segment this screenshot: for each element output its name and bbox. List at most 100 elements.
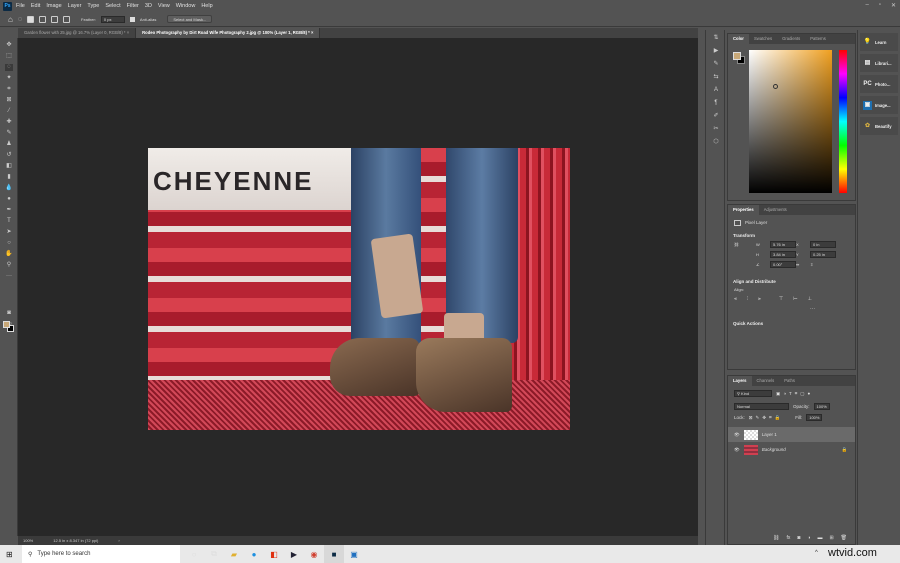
photo-button[interactable]: PC Photo... bbox=[860, 75, 898, 93]
brush-tool-icon[interactable]: ✎ bbox=[5, 130, 13, 137]
hand-tool-icon[interactable]: ✋ bbox=[5, 251, 13, 258]
layer-row[interactable]: 👁 Layer 1 bbox=[728, 427, 855, 442]
add-selection-icon[interactable] bbox=[39, 15, 47, 23]
history-icon[interactable]: ⇅ bbox=[712, 35, 720, 42]
minimize-icon[interactable]: – bbox=[865, 2, 868, 9]
tab-channels[interactable]: Channels bbox=[752, 376, 780, 386]
flip-h-icon[interactable]: ⇹ bbox=[796, 262, 810, 267]
menu-edit[interactable]: Edit bbox=[31, 3, 40, 9]
move-tool-icon[interactable]: ✥ bbox=[5, 42, 13, 49]
adjustment-layer-icon[interactable]: ◑ bbox=[807, 535, 810, 541]
tab-gradients[interactable]: Gradients bbox=[777, 34, 805, 44]
tab-patterns[interactable]: Patterns bbox=[805, 34, 831, 44]
frame-tool-icon[interactable]: ⊠ bbox=[5, 97, 13, 104]
office-icon[interactable]: ◧ bbox=[264, 545, 284, 563]
new-layer-icon[interactable]: ⊞ bbox=[829, 535, 833, 541]
adjust-icon[interactable]: ⇆ bbox=[712, 74, 720, 81]
menu-window[interactable]: Window bbox=[176, 3, 196, 9]
angle-input[interactable]: 0.00° bbox=[770, 261, 796, 268]
magic-wand-icon[interactable]: ✦ bbox=[5, 75, 13, 82]
home-icon[interactable]: ⌂ bbox=[8, 15, 13, 24]
tray-chevron-icon[interactable]: ^ bbox=[815, 550, 818, 556]
tab-adjustments[interactable]: Adjustments bbox=[759, 205, 792, 215]
color-picker-circle[interactable] bbox=[773, 84, 778, 89]
subtract-selection-icon[interactable] bbox=[51, 15, 59, 23]
tab-layers[interactable]: Layers bbox=[728, 376, 752, 386]
image-button[interactable]: ▣ Image... bbox=[860, 96, 898, 114]
more-align-icon[interactable]: ··· bbox=[728, 306, 855, 312]
photoshop-taskbar-icon[interactable]: ■ bbox=[324, 545, 344, 563]
character-icon[interactable]: A bbox=[712, 87, 720, 94]
mask-icon[interactable]: ◙ bbox=[797, 535, 800, 541]
trash-icon[interactable]: 🗑 bbox=[841, 535, 847, 541]
intersect-selection-icon[interactable] bbox=[63, 15, 71, 23]
hue-slider[interactable] bbox=[839, 50, 847, 193]
link-layers-icon[interactable]: ⛓ bbox=[773, 535, 779, 541]
height-input[interactable]: 3.84 in bbox=[770, 251, 796, 258]
shape-tool-icon[interactable]: ○ bbox=[5, 240, 13, 247]
tab-swatches[interactable]: Swatches bbox=[749, 34, 777, 44]
menu-help[interactable]: Help bbox=[201, 3, 212, 9]
new-selection-icon[interactable] bbox=[27, 15, 35, 23]
feather-input[interactable]: 0 px bbox=[100, 15, 125, 23]
brushes-icon[interactable]: ✎ bbox=[712, 61, 720, 68]
menu-view[interactable]: View bbox=[158, 3, 170, 9]
status-arrow-icon[interactable]: › bbox=[118, 536, 119, 545]
group-icon[interactable]: ▬ bbox=[817, 535, 822, 541]
libraries-button[interactable]: ▤ Librari... bbox=[860, 54, 898, 72]
learn-button[interactable]: 💡 Learn bbox=[860, 33, 898, 51]
filter-icons[interactable]: ▣◑T⌗▢● bbox=[776, 391, 813, 397]
dodge-icon[interactable]: ● bbox=[5, 196, 13, 203]
path-select-icon[interactable]: ➤ bbox=[5, 229, 13, 236]
lasso-tool-icon[interactable]: ◌ bbox=[5, 64, 13, 71]
transform-heading[interactable]: Transform bbox=[728, 230, 855, 241]
eye-icon[interactable]: 👁 bbox=[734, 447, 740, 453]
lasso-icon[interactable]: ◌ bbox=[18, 16, 22, 23]
3d-icon[interactable]: ⬡ bbox=[712, 139, 720, 146]
rodeo-photo[interactable]: CHEYENNE bbox=[148, 148, 570, 430]
align-left-icon[interactable]: ⫷ bbox=[734, 296, 737, 302]
color-field[interactable] bbox=[749, 50, 832, 193]
fg-swatch[interactable] bbox=[733, 52, 741, 60]
blur-icon[interactable]: 💧 bbox=[5, 185, 13, 192]
layer-row[interactable]: 👁 Background 🔒 bbox=[728, 442, 855, 457]
fx-icon[interactable]: fx bbox=[786, 535, 790, 541]
edge-icon[interactable]: ● bbox=[244, 545, 264, 563]
width-input[interactable]: 5.76 in bbox=[770, 241, 796, 248]
align-bottom-icon[interactable]: ⊥ bbox=[808, 296, 812, 302]
tab-garden-flower[interactable]: Garden flower with 25.jpg @ 16.7% (Layer… bbox=[18, 28, 137, 38]
menu-3d[interactable]: 3D bbox=[145, 3, 152, 9]
marquee-tool-icon[interactable]: ⬚ bbox=[5, 53, 13, 60]
zoom-tool-icon[interactable]: ⚲ bbox=[5, 262, 13, 269]
foreground-color-swatch[interactable] bbox=[3, 321, 10, 328]
chrome-icon[interactable]: ◉ bbox=[304, 545, 324, 563]
align-top-icon[interactable]: ⊤ bbox=[779, 296, 783, 302]
photos-icon[interactable]: ▣ bbox=[344, 545, 364, 563]
more-tools-icon[interactable]: ··· bbox=[5, 273, 13, 280]
file-explorer-icon[interactable]: ▰ bbox=[224, 545, 244, 563]
menu-file[interactable]: File bbox=[16, 3, 25, 9]
align-right-icon[interactable]: ⫸ bbox=[758, 296, 761, 302]
brush-settings-icon[interactable]: ✐ bbox=[712, 113, 720, 120]
stamp-tool-icon[interactable]: ♟ bbox=[5, 141, 13, 148]
actions-icon[interactable]: ▶ bbox=[712, 48, 720, 55]
menu-image[interactable]: Image bbox=[46, 3, 61, 9]
flip-v-icon[interactable]: ⇳ bbox=[810, 262, 836, 267]
menu-type[interactable]: Type bbox=[87, 3, 99, 9]
gradient-icon[interactable]: ▮ bbox=[5, 174, 13, 181]
quick-actions-heading[interactable]: Quick Actions bbox=[728, 318, 855, 329]
maximize-icon[interactable]: ▫ bbox=[879, 2, 881, 9]
tab-color[interactable]: Color bbox=[728, 34, 749, 44]
menu-layer[interactable]: Layer bbox=[68, 3, 82, 9]
menu-filter[interactable]: Filter bbox=[127, 3, 139, 9]
x-input[interactable]: 0 in bbox=[810, 241, 836, 248]
type-tool-icon[interactable]: T bbox=[5, 218, 13, 225]
align-center-icon[interactable]: ⫶ bbox=[747, 296, 748, 302]
link-icon[interactable]: ⛓ bbox=[734, 242, 756, 247]
tab-rodeo-photo[interactable]: Rodeo Photography by Dirt Road Wife Phot… bbox=[136, 28, 321, 38]
align-heading[interactable]: Align and Distribute bbox=[728, 276, 855, 287]
tab-properties[interactable]: Properties bbox=[728, 205, 759, 215]
close-icon[interactable]: ✕ bbox=[891, 2, 896, 9]
lock-icons[interactable]: ⊠✎✥⌗🔒 bbox=[749, 415, 783, 421]
paragraph-icon[interactable]: ¶ bbox=[712, 100, 720, 107]
